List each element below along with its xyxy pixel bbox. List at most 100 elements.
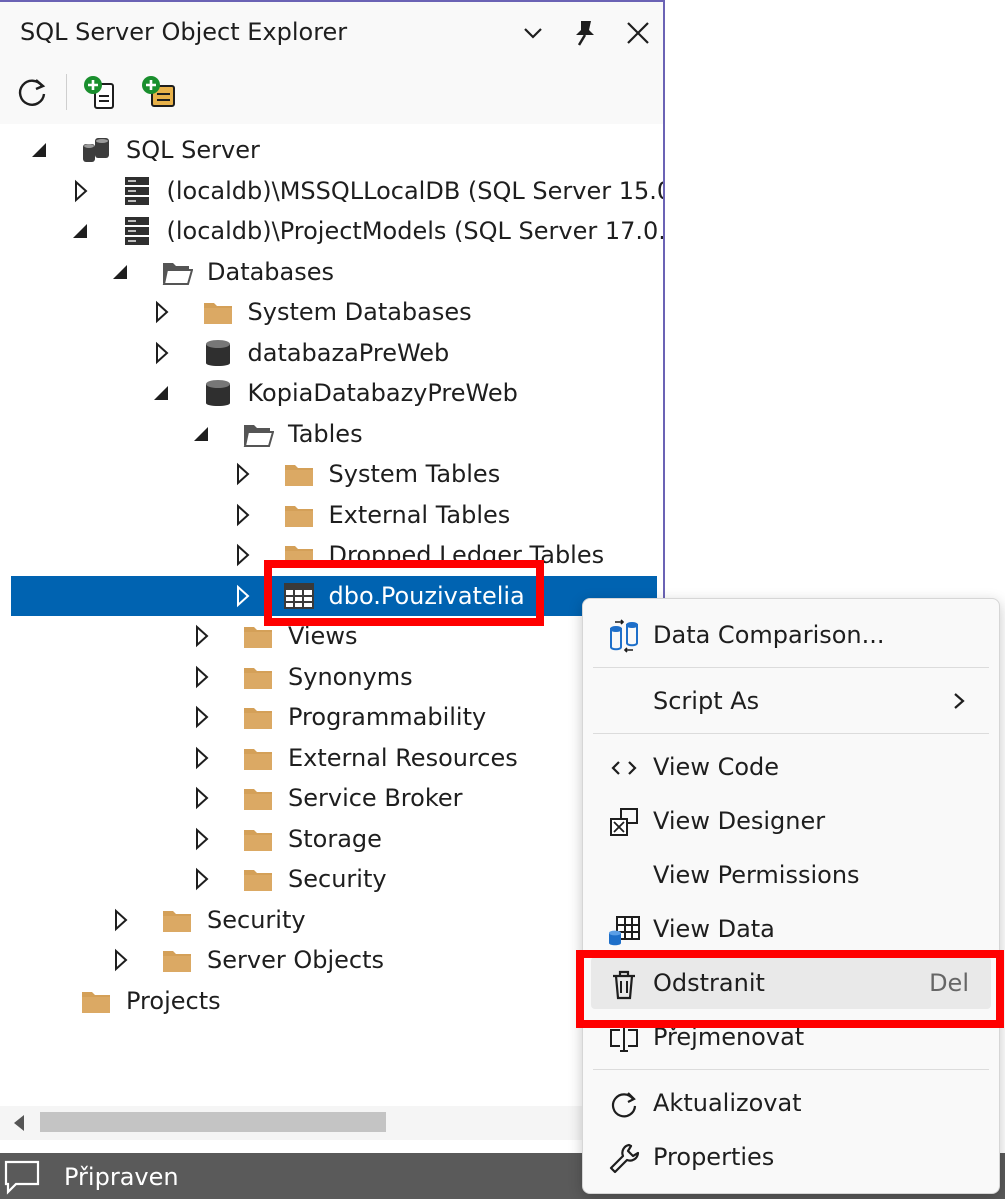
menu-separator — [593, 1069, 989, 1070]
tree-item-system-tables[interactable]: System Tables — [0, 454, 663, 494]
chevron-down-icon[interactable] — [516, 16, 550, 50]
tree-item-localdb-mssqllocaldb-sql-server-15-0[interactable]: (localdb)\MSSQLLocalDB (SQL Server 15.0 — [0, 171, 663, 211]
menu-item-view-data[interactable]: View Data — [591, 903, 991, 955]
scroll-left-arrow-icon[interactable] — [12, 1114, 26, 1136]
collapsed-arrow-icon[interactable] — [152, 300, 172, 324]
tree-item-selected[interactable]: dbo.Pouzivatelia — [11, 575, 657, 616]
tree-item-databases[interactable]: Databases — [0, 252, 663, 292]
collapsed-arrow-icon[interactable] — [192, 867, 212, 891]
context-menu: Data Comparison... Script As View Code View… — [582, 598, 1000, 1194]
collapsed-arrow-icon[interactable] — [152, 341, 172, 365]
horizontal-scrollbar[interactable] — [0, 1106, 663, 1140]
tree-item-databazapreweb[interactable]: databazaPreWeb — [0, 333, 663, 373]
tree-item-label: Dropped Ledger Tables — [328, 541, 605, 569]
collapsed-arrow-icon[interactable] — [192, 624, 212, 648]
tree-item-label: (localdb)\MSSQLLocalDB (SQL Server 15.0 — [166, 176, 665, 205]
collapsed-arrow-icon[interactable] — [192, 665, 212, 689]
tree-item-server-objects[interactable]: Server Objects — [0, 940, 663, 980]
tree-item-label: Views — [288, 622, 358, 650]
collapsed-arrow-icon[interactable] — [192, 746, 212, 770]
pin-icon[interactable] — [568, 16, 602, 50]
menu-item-prejmenovat[interactable]: Přejmenovat — [591, 1011, 991, 1063]
chevron-right-icon — [949, 689, 969, 713]
tree-item-programmability[interactable]: Programmability — [0, 697, 663, 737]
folder-icon — [242, 863, 274, 895]
menu-item-view-designer[interactable]: View Designer — [591, 795, 991, 847]
collapsed-arrow-icon[interactable] — [233, 503, 253, 527]
tree-item-label: Security — [207, 905, 306, 934]
tree-item-storage[interactable]: Storage — [0, 819, 663, 859]
folder-icon — [283, 539, 315, 571]
expanded-arrow-icon[interactable] — [111, 260, 131, 284]
collapsed-arrow-icon[interactable] — [111, 908, 131, 932]
expanded-arrow-icon[interactable] — [71, 219, 91, 243]
tree-item-label: External Tables — [328, 500, 511, 529]
expanded-arrow-icon[interactable] — [152, 381, 172, 405]
tree-item-label: Projects — [126, 986, 221, 1015]
menu-item-script-as[interactable]: Script As — [591, 675, 991, 727]
expanded-arrow-icon[interactable] — [30, 138, 50, 162]
collapsed-arrow-icon[interactable] — [192, 827, 212, 851]
collapsed-arrow-icon[interactable] — [71, 179, 91, 203]
menu-item-label: Přejmenovat — [653, 1023, 805, 1051]
tree-item-tables[interactable]: Tables — [0, 414, 663, 454]
data-compare-icon — [607, 619, 641, 653]
folder-icon — [283, 499, 315, 531]
folder-icon — [283, 458, 315, 490]
folder-open-icon — [161, 256, 194, 288]
menu-item-label: View Permissions — [653, 861, 860, 889]
tree-item-system-databases[interactable]: System Databases — [0, 292, 663, 332]
menu-item-label: Aktualizovat — [653, 1089, 802, 1117]
sql-server-object-explorer-panel: SQL Server Object Explorer SQL Server (lo… — [0, 0, 665, 1153]
menu-item-label: Script As — [653, 687, 760, 715]
tree-item-projects[interactable]: Projects — [0, 981, 663, 1021]
expanded-arrow-icon[interactable] — [192, 422, 212, 446]
server-icon — [121, 175, 153, 207]
collapsed-arrow-icon[interactable] — [192, 786, 212, 810]
tree-item-label: Tables — [288, 419, 363, 448]
tree-item-dropped-ledger-tables[interactable]: Dropped Ledger Tables — [0, 535, 663, 575]
tree-item-external-tables[interactable]: External Tables — [0, 495, 663, 535]
close-icon[interactable] — [621, 16, 655, 50]
collapsed-arrow-icon[interactable] — [111, 948, 131, 972]
menu-separator — [593, 733, 989, 734]
tree-item-label: SQL Server — [126, 136, 260, 164]
tree-item-localdb-projectmodels-sql-server-17-0[interactable]: (localdb)\ProjectModels (SQL Server 17.0… — [0, 211, 663, 251]
collapsed-arrow-icon[interactable] — [233, 543, 253, 567]
tree-item-sql-server[interactable]: SQL Server — [0, 130, 663, 170]
menu-separator — [593, 667, 989, 668]
tree-item-label: dbo.Pouzivatelia — [328, 581, 525, 610]
menu-item-aktualizovat[interactable]: Aktualizovat — [591, 1077, 991, 1129]
menu-item-view-code[interactable]: View Code — [591, 741, 991, 793]
code-icon — [607, 751, 641, 785]
collapsed-arrow-icon[interactable] — [192, 705, 212, 729]
add-project-icon[interactable] — [138, 72, 178, 112]
tree-item-views[interactable]: Views — [0, 616, 663, 656]
menu-item-label: Odstranit — [653, 969, 765, 997]
menu-item-properties[interactable]: Properties — [591, 1131, 991, 1183]
tree-item-synonyms[interactable]: Synonyms — [0, 657, 663, 697]
tree-item-external-resources[interactable]: External Resources — [0, 738, 663, 778]
database-icon — [202, 337, 234, 369]
add-sql-server-icon[interactable] — [80, 72, 120, 112]
collapsed-arrow-icon[interactable] — [233, 584, 253, 608]
folder-icon — [161, 944, 193, 976]
tree-item-label: databazaPreWeb — [247, 338, 450, 367]
menu-item-view-permissions[interactable]: View Permissions — [591, 849, 991, 901]
menu-item-odstranit[interactable]: Odstranit Del — [591, 957, 991, 1009]
menu-item-label: View Code — [653, 753, 780, 781]
folder-icon — [80, 985, 112, 1017]
trash-icon — [607, 967, 641, 1001]
refresh-icon[interactable] — [12, 72, 52, 112]
tree-item-security[interactable]: Security — [0, 900, 663, 940]
scrollbar-thumb[interactable] — [40, 1112, 386, 1132]
menu-item-data-comparison[interactable]: Data Comparison... — [591, 609, 991, 661]
folder-icon — [242, 782, 274, 814]
tree-item-service-broker[interactable]: Service Broker — [0, 778, 663, 818]
view-data-icon — [607, 913, 641, 947]
rename-icon — [607, 1021, 641, 1055]
tree-item-kopiadatabazypreweb[interactable]: KopiaDatabazyPreWeb — [0, 373, 663, 413]
tree-item-label: KopiaDatabazyPreWeb — [247, 379, 518, 407]
collapsed-arrow-icon[interactable] — [233, 462, 253, 486]
tree-item-security[interactable]: Security — [0, 859, 663, 899]
